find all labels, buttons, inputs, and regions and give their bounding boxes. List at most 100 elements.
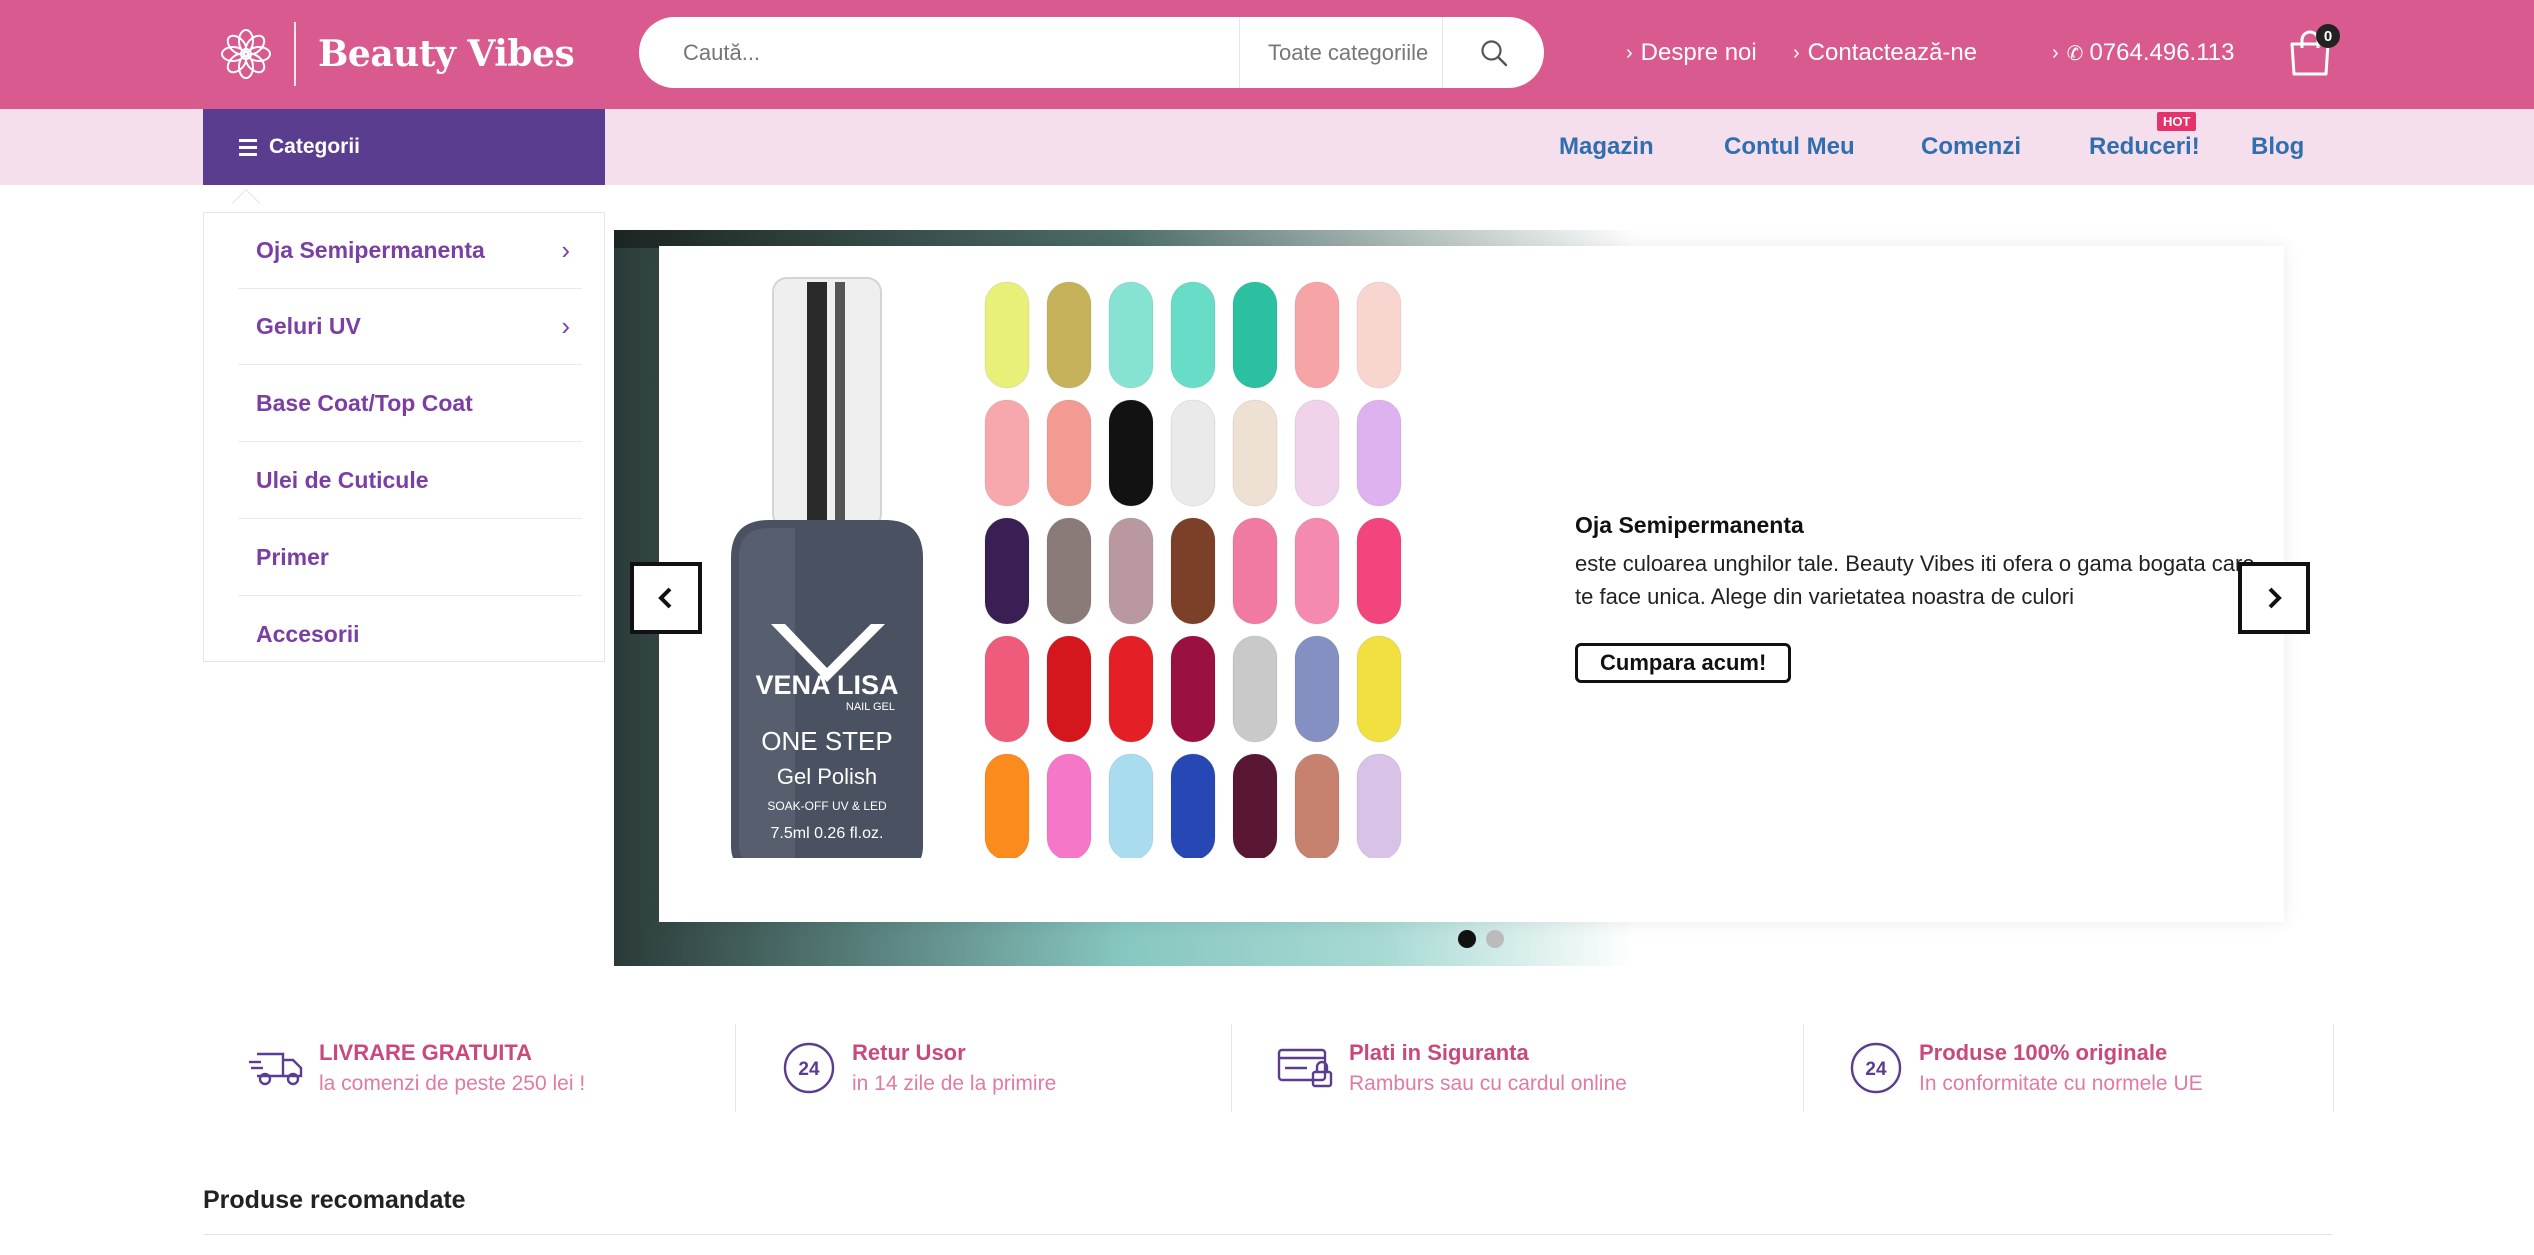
nail-swatch xyxy=(1046,635,1092,743)
feature-subtitle: In conformitate cu normele UE xyxy=(1919,1072,2203,1095)
feature-divider xyxy=(1231,1024,1232,1112)
category-base-top-coat[interactable]: Base Coat/Top Coat xyxy=(238,366,582,442)
slider-next-button[interactable] xyxy=(2238,562,2310,634)
search-input[interactable] xyxy=(639,17,1239,88)
chevron-left-icon xyxy=(658,587,672,609)
brand-logo[interactable]: Beauty Vibes xyxy=(218,20,575,88)
hot-badge: HOT xyxy=(2157,112,2197,131)
shop-now-button[interactable]: Cumpara acum! xyxy=(1575,643,1792,683)
nail-swatch xyxy=(1232,517,1278,625)
categories-label: Categorii xyxy=(269,135,361,158)
nail-swatch xyxy=(1294,517,1340,625)
nail-swatch xyxy=(1294,399,1340,507)
category-select[interactable]: Toate categoriile xyxy=(1239,17,1443,88)
nav-contul-meu[interactable]: Contul Meu xyxy=(1724,109,1855,185)
search-icon xyxy=(1480,39,1507,66)
nail-swatch xyxy=(1108,753,1154,861)
nail-swatch xyxy=(1356,635,1402,743)
category-oja-semipermanenta[interactable]: Oja Semipermanenta › xyxy=(238,213,582,289)
nav-blog[interactable]: Blog xyxy=(2251,109,2304,185)
chevron-right-icon: › xyxy=(1626,41,1633,64)
nail-swatch xyxy=(1108,399,1154,507)
slide-caption: Oja Semipermanenta este culoarea unghilo… xyxy=(1575,512,2255,683)
feature-divider xyxy=(735,1024,736,1112)
category-primer[interactable]: Primer xyxy=(238,520,582,596)
bottle-volume: 7.5ml 0.26 fl.oz. xyxy=(771,825,884,842)
chevron-right-icon: › xyxy=(1793,41,1800,64)
feature-subtitle: in 14 zile de la primire xyxy=(852,1072,1057,1095)
nail-swatch xyxy=(1170,281,1216,389)
nail-swatch xyxy=(1170,517,1216,625)
slider-prev-button[interactable] xyxy=(630,562,702,634)
nail-swatch xyxy=(1046,399,1092,507)
feature-subtitle: la comenzi de peste 250 lei ! xyxy=(319,1072,586,1095)
nail-swatch xyxy=(1356,517,1402,625)
category-label: Ulei de Cuticule xyxy=(256,467,429,493)
svg-text:24: 24 xyxy=(1865,1059,1887,1080)
cart-count-badge: 0 xyxy=(2316,24,2340,48)
nav-comenzi[interactable]: Comenzi xyxy=(1921,109,2021,185)
feature-secure-payment: Plati in Siguranta Ramburs sau cu cardul… xyxy=(1273,1024,1627,1112)
phone-icon: ✆ xyxy=(2066,42,2084,65)
nav-magazin[interactable]: Magazin xyxy=(1559,109,1654,185)
category-label: Geluri UV xyxy=(256,313,361,339)
nail-swatch xyxy=(1294,281,1340,389)
bottle-type: Gel Polish xyxy=(777,764,877,789)
nail-swatch xyxy=(1232,635,1278,743)
nail-swatch xyxy=(1108,281,1154,389)
slide-card: VENA LISA NAIL GEL ONE STEP Gel Polish S… xyxy=(659,246,2284,966)
slide-title: Oja Semipermanenta xyxy=(1575,512,1804,538)
nail-swatch xyxy=(1232,399,1278,507)
link-phone[interactable]: › ✆ 0764.496.113 xyxy=(2052,33,2234,73)
nail-swatch xyxy=(984,399,1030,507)
category-geluri-uv[interactable]: Geluri UV › xyxy=(238,289,582,365)
link-contact[interactable]: › Contactează-ne xyxy=(1793,33,1977,73)
slider-dot-1[interactable] xyxy=(1458,930,1476,948)
link-about-label: Despre noi xyxy=(1640,39,1757,66)
nail-swatch xyxy=(1294,635,1340,743)
slider-dot-2[interactable] xyxy=(1486,930,1504,948)
nail-swatch xyxy=(1356,753,1402,861)
category-ulei-cuticule[interactable]: Ulei de Cuticule xyxy=(238,443,582,519)
category-accesorii[interactable]: Accesorii xyxy=(238,596,582,672)
slide-description: este culoarea unghilor tale. Beauty Vibe… xyxy=(1575,551,2255,609)
categories-toggle[interactable]: Categorii xyxy=(203,109,605,185)
category-label: Oja Semipermanenta xyxy=(256,237,485,263)
feature-divider xyxy=(2333,1024,2334,1112)
chevron-right-icon xyxy=(2268,587,2282,609)
feature-original-products: 24 Produse 100% originale In conformitat… xyxy=(1843,1024,2203,1112)
chevron-right-icon: › xyxy=(2052,41,2059,64)
feature-title: Plati in Siguranta xyxy=(1349,1040,1529,1065)
nail-swatch xyxy=(1046,753,1092,861)
nail-swatch xyxy=(1356,281,1402,389)
svg-text:24: 24 xyxy=(798,1059,820,1080)
nail-swatch xyxy=(1046,517,1092,625)
nail-swatch xyxy=(1356,399,1402,507)
feature-title: Produse 100% originale xyxy=(1919,1040,2168,1065)
feature-title: LIVRARE GRATUITA xyxy=(319,1040,533,1065)
feature-easy-return: 24 Retur Usor in 14 zile de la primire xyxy=(776,1024,1056,1112)
truck-icon xyxy=(243,1035,309,1101)
24h-return-icon: 24 xyxy=(776,1035,842,1101)
flower-logo-icon xyxy=(218,26,274,82)
bottle-note: SOAK-OFF UV & LED xyxy=(767,799,887,813)
link-contact-label: Contactează-ne xyxy=(1807,39,1978,66)
link-about[interactable]: › Despre noi xyxy=(1626,33,1757,73)
search-button[interactable] xyxy=(1443,17,1544,88)
nail-swatch xyxy=(1108,517,1154,625)
logo-divider xyxy=(294,22,296,86)
bottle-sub: NAIL GEL xyxy=(846,701,895,713)
section-title: Produse recomandate xyxy=(203,1186,466,1214)
nail-swatch xyxy=(984,753,1030,861)
nail-swatch xyxy=(1170,753,1216,861)
bottle-line: ONE STEP xyxy=(761,726,892,756)
category-label: Base Coat/Top Coat xyxy=(256,390,473,416)
nail-swatch xyxy=(1170,399,1216,507)
color-swatch-grid xyxy=(984,281,1402,966)
nail-swatch xyxy=(1046,281,1092,389)
slider-dots xyxy=(1458,930,1504,948)
category-label: Accesorii xyxy=(256,620,360,647)
chevron-right-icon: › xyxy=(561,235,570,265)
phone-number: 0764.496.113 xyxy=(2089,39,2235,66)
search-bar: Toate categoriile xyxy=(639,17,1544,88)
